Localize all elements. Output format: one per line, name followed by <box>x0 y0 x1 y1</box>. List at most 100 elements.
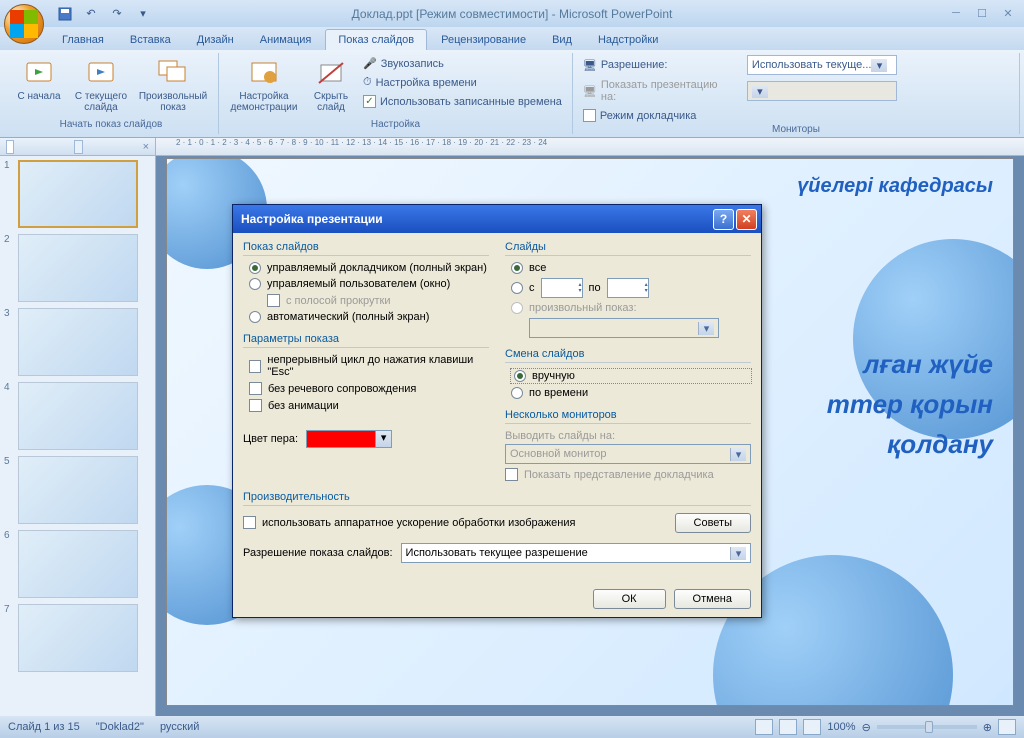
thumbnail-tabs: × <box>0 138 155 156</box>
custom-show-select: ▾ <box>529 318 719 338</box>
zoom-level[interactable]: 100% <box>827 721 855 733</box>
resolution-label: 🖥Разрешение: <box>579 57 739 74</box>
zoom-in-button[interactable]: ⊕ <box>983 721 992 734</box>
checkbox-checked-icon: ✓ <box>363 95 376 108</box>
sorter-view-button[interactable] <box>779 719 797 735</box>
radio-user-window[interactable]: управляемый пользователем (окно) <box>249 278 489 290</box>
radio-timed[interactable]: по времени <box>511 387 751 399</box>
group-start-slideshow: С начала С текущего слайда Произвольный … <box>4 53 219 134</box>
display-on-label: Выводить слайды на: <box>505 430 751 442</box>
custom-slideshow-icon <box>157 57 189 89</box>
resolution-combo[interactable]: Использовать текуще...▾ <box>747 55 897 75</box>
hide-slide-button[interactable]: Скрыть слайд <box>307 55 355 119</box>
redo-icon[interactable]: ↷ <box>106 3 128 25</box>
close-panel-icon[interactable]: × <box>143 141 149 153</box>
close-button[interactable]: ✕ <box>996 4 1020 22</box>
tab-addins[interactable]: Надстройки <box>586 30 670 50</box>
outline-tab[interactable] <box>74 140 82 154</box>
radio-custom-show: произвольный показ: <box>511 302 751 314</box>
setup-slideshow-dialog: Настройка презентации ? ✕ Показ слайдов … <box>232 204 762 618</box>
fit-button[interactable] <box>998 719 1016 735</box>
presenter-view-checkbox[interactable]: Режим докладчика <box>579 107 1013 124</box>
radio-auto-fullscreen[interactable]: автоматический (полный экран) <box>249 311 489 323</box>
tips-button[interactable]: Советы <box>675 513 751 533</box>
qat-dropdown-icon[interactable]: ▾ <box>132 3 154 25</box>
thumbnail-slide[interactable]: 3 <box>4 308 151 376</box>
custom-slideshow-button[interactable]: Произвольный показ <box>134 55 212 119</box>
thumbnail-slide[interactable]: 2 <box>4 234 151 302</box>
normal-view-button[interactable] <box>755 719 773 735</box>
record-narration-button[interactable]: 🎤Звукозапись <box>359 55 566 72</box>
from-current-button[interactable]: С текущего слайда <box>72 55 130 119</box>
checkbox-scrollbar: с полосой прокрутки <box>267 294 489 307</box>
tab-home[interactable]: Главная <box>50 30 116 50</box>
from-beginning-button[interactable]: С начала <box>10 55 68 119</box>
window-title: Доклад.ppt [Режим совместимости] - Micro… <box>352 7 673 21</box>
ribbon-tabs: Главная Вставка Дизайн Анимация Показ сл… <box>0 27 1024 50</box>
fieldset-show-options: Параметры показа непрерывный цикл до наж… <box>243 333 489 448</box>
minimize-button[interactable]: ─ <box>944 4 968 22</box>
slide-counter: Слайд 1 из 15 <box>8 721 80 733</box>
slide-text-2: лған жүйе <box>863 349 993 380</box>
monitor-select: Основной монитор▾ <box>505 444 751 464</box>
office-button[interactable] <box>4 4 44 44</box>
thumbnail-slide[interactable]: 4 <box>4 382 151 450</box>
slides-tab[interactable] <box>6 140 14 154</box>
slide-text-3: ттер қорын <box>827 389 993 420</box>
thumbnail-slide[interactable]: 5 <box>4 456 151 524</box>
checkbox-hw-accel[interactable]: использовать аппаратное ускорение обрабо… <box>243 516 575 529</box>
fieldset-performance: Производительность использовать аппаратн… <box>243 491 751 563</box>
fieldset-show-type: Показ слайдов управляемый докладчиком (п… <box>243 241 489 323</box>
thumbnail-slide[interactable]: 7 <box>4 604 151 672</box>
tab-design[interactable]: Дизайн <box>185 30 246 50</box>
radio-presenter-fullscreen[interactable]: управляемый докладчиком (полный экран) <box>249 262 489 274</box>
language-indicator[interactable]: русский <box>160 721 199 733</box>
fieldset-slides: Слайды все с ▴▾ по ▴▾ произвольный показ… <box>505 241 751 338</box>
cancel-button[interactable]: Отмена <box>674 589 751 609</box>
tab-insert[interactable]: Вставка <box>118 30 183 50</box>
slideshow-view-button[interactable] <box>803 719 821 735</box>
use-timings-checkbox[interactable]: ✓Использовать записанные времена <box>359 93 566 110</box>
checkbox-no-narration[interactable]: без речевого сопровождения <box>249 382 489 395</box>
from-slide-input[interactable]: ▴▾ <box>541 278 583 298</box>
slideshow-resolution-select[interactable]: Использовать текущее разрешение▾ <box>401 543 751 563</box>
ribbon: С начала С текущего слайда Произвольный … <box>0 50 1024 138</box>
fieldset-advance: Смена слайдов вручную по времени <box>505 348 751 399</box>
radio-slide-range[interactable]: с ▴▾ по ▴▾ <box>511 278 751 298</box>
group-monitors: 🖥Разрешение: Использовать текуще...▾ 🖥По… <box>573 53 1020 134</box>
radio-manual[interactable]: вручную <box>511 369 751 383</box>
thumbnail-slide[interactable]: 1 <box>4 160 151 228</box>
dialog-help-button[interactable]: ? <box>713 209 734 230</box>
zoom-out-button[interactable]: ⊖ <box>862 721 871 734</box>
play-from-start-icon <box>23 57 55 89</box>
checkbox-loop[interactable]: непрерывный цикл до нажатия клавиши "Esc… <box>249 354 489 378</box>
undo-icon[interactable]: ↶ <box>80 3 102 25</box>
dialog-title: Настройка презентации <box>241 212 383 226</box>
thumbnail-slide[interactable]: 6 <box>4 530 151 598</box>
dialog-titlebar[interactable]: Настройка презентации ? ✕ <box>233 205 761 233</box>
fieldset-monitors: Несколько мониторов Выводить слайды на: … <box>505 409 751 481</box>
zoom-slider[interactable] <box>877 725 977 729</box>
tab-animation[interactable]: Анимация <box>248 30 324 50</box>
dialog-close-button[interactable]: ✕ <box>736 209 757 230</box>
radio-all-slides[interactable]: все <box>511 262 751 274</box>
tab-view[interactable]: Вид <box>540 30 584 50</box>
ok-button[interactable]: ОК <box>593 589 666 609</box>
monitor-icon: 🖥 <box>583 85 597 98</box>
thumbnail-panel: × 1234567 <box>0 138 156 716</box>
status-bar: Слайд 1 из 15 "Doklad2" русский 100% ⊖ ⊕ <box>0 716 1024 738</box>
slide-text-1: үйелері кафедрасы <box>797 175 993 198</box>
maximize-button[interactable]: ☐ <box>970 4 994 22</box>
tab-slideshow[interactable]: Показ слайдов <box>325 29 427 50</box>
pen-color-combo[interactable]: ▾ <box>306 430 392 448</box>
play-from-current-icon <box>85 57 117 89</box>
setup-slideshow-button[interactable]: Настройка демонстрации <box>225 55 303 119</box>
checkbox-presenter-view: Показать представление докладчика <box>505 468 751 481</box>
resolution-label: Разрешение показа слайдов: <box>243 547 393 559</box>
to-slide-input[interactable]: ▴▾ <box>607 278 649 298</box>
checkbox-no-animation[interactable]: без анимации <box>249 399 489 412</box>
theme-name: "Doklad2" <box>96 721 144 733</box>
save-icon[interactable] <box>54 3 76 25</box>
tab-review[interactable]: Рецензирование <box>429 30 538 50</box>
rehearse-timings-button[interactable]: ⏱Настройка времени <box>359 74 566 91</box>
